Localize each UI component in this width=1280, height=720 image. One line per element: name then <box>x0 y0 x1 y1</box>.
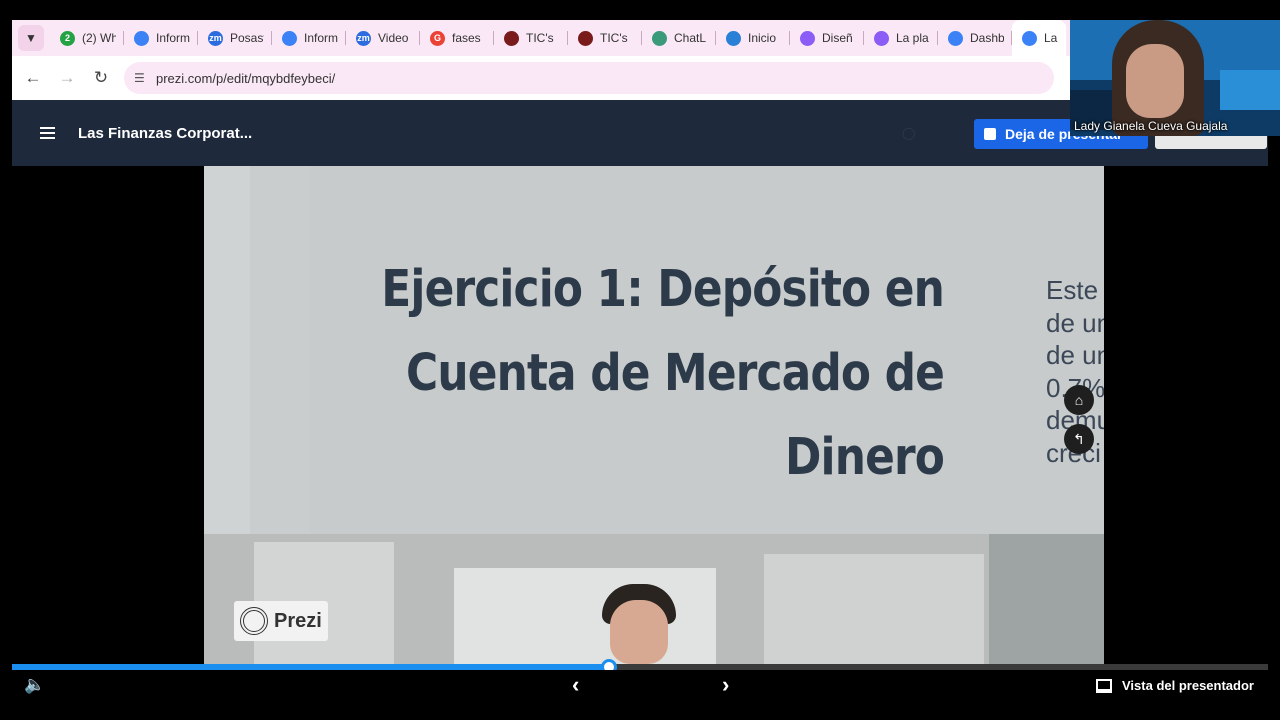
tab-favicon-icon <box>578 30 593 46</box>
tab-favicon-icon <box>652 30 667 46</box>
browser-tab[interactable]: ChatL <box>642 20 716 56</box>
home-icon[interactable]: ⌂ <box>1064 385 1094 415</box>
browser-tab[interactable]: Dashb <box>938 20 1012 56</box>
webcam-overlay: Lady Gianela Cueva Guajala <box>1070 20 1280 136</box>
tab-favicon-icon <box>874 30 889 46</box>
tab-favicon-icon <box>800 30 815 46</box>
presenter-photo <box>596 584 682 664</box>
browser-tab[interactable]: Inform <box>272 20 346 56</box>
side-text-line: de un <box>1046 340 1104 370</box>
tab-label: (2) Wh <box>82 31 116 45</box>
presentation-title: Las Finanzas Corporat... <box>78 124 253 142</box>
slide: Ejercicio 1: Depósito en Cuenta de Merca… <box>204 166 1104 664</box>
webcam-participant-name: Lady Gianela Cueva Guajala <box>1074 119 1228 133</box>
browser-tab[interactable]: La pla <box>864 20 938 56</box>
site-settings-icon[interactable]: ☰ <box>134 71 156 85</box>
browser-tab[interactable]: 2 (2) Wh <box>50 20 124 56</box>
volume-icon[interactable]: 🔈 <box>24 675 45 695</box>
tab-favicon-icon <box>504 30 519 46</box>
tab-label: Diseñ <box>822 31 853 45</box>
tab-label: Posast <box>230 31 264 45</box>
browser-tab[interactable]: TIC's <box>568 20 642 56</box>
side-text-line: Este <box>1046 275 1099 305</box>
browser-tab[interactable]: zm Video <box>346 20 420 56</box>
tab-label: Dashb <box>970 31 1004 45</box>
tab-list: 2 (2) Wh Inform zm Posast Inform zm Video Gfases… <box>50 20 1066 56</box>
presenter-view-icon <box>1096 678 1112 693</box>
chevron-down-icon[interactable]: ▼ <box>18 25 44 51</box>
url-text: prezi.com/p/edit/mqybdfeybeci/ <box>156 70 336 86</box>
browser-tab[interactable]: TIC's <box>494 20 568 56</box>
previous-slide-icon[interactable]: ‹ <box>572 672 579 698</box>
tab-label: TIC's <box>600 31 628 45</box>
prezi-logo: Prezi <box>234 601 328 641</box>
tab-favicon-icon <box>726 30 741 46</box>
tab-favicon-icon <box>282 30 297 46</box>
tab-label: Inicio <box>748 31 777 45</box>
tab-label: Inform <box>304 31 338 45</box>
presenter-view-button[interactable]: Vista del presentador <box>1096 678 1254 693</box>
slide-heading-line-2: Cuenta de Mercado de Dinero <box>406 344 945 487</box>
tab-label: ChatL <box>674 31 707 45</box>
tab-favicon-icon <box>1022 30 1037 46</box>
browser-tab[interactable]: Diseñ <box>790 20 864 56</box>
browser-tab[interactable]: Inicio <box>716 20 790 56</box>
prezi-logo-text: Prezi <box>274 609 322 632</box>
next-slide-icon[interactable]: › <box>722 672 729 698</box>
zoom-out-arrow-icon[interactable]: ↰ <box>1064 424 1094 454</box>
tab-favicon-icon: G <box>430 30 445 46</box>
browser-tab[interactable]: Gfases <box>420 20 494 56</box>
tab-favicon-icon: zm <box>208 30 223 46</box>
tab-label: Video <box>378 31 409 45</box>
faded-toolbar-icon: ◯ <box>902 126 916 140</box>
reload-icon[interactable]: ↻ <box>84 61 118 95</box>
slide-heading: Ejercicio 1: Depósito en Cuenta de Merca… <box>342 248 945 500</box>
tab-label: fases <box>452 31 481 45</box>
prezi-logo-icon <box>240 607 268 635</box>
stop-square-icon <box>984 128 996 140</box>
tab-label: TIC's <box>526 31 554 45</box>
presenter-view-label: Vista del presentador <box>1122 678 1254 693</box>
back-arrow-icon[interactable]: ← <box>16 61 50 95</box>
presentation-controls: 🔈 ‹ › Vista del presentador <box>12 670 1268 702</box>
tab-favicon-icon: 2 <box>60 30 75 46</box>
tab-label: Inform <box>156 31 190 45</box>
tab-label: La <box>1044 31 1058 45</box>
tab-favicon-icon: zm <box>356 30 371 46</box>
browser-tab[interactable]: La <box>1012 20 1066 56</box>
browser-tab[interactable]: Inform <box>124 20 198 56</box>
tab-label: La pla <box>896 31 929 45</box>
screen: ▼ 2 (2) Wh Inform zm Posast Inform zm Video Gfas… <box>0 0 1280 720</box>
tab-favicon-icon <box>948 30 963 46</box>
browser-toolbar: ← → ↻ ☰ prezi.com/p/edit/mqybdfeybeci/ <box>12 56 1070 100</box>
slide-heading-line-1: Ejercicio 1: Depósito en <box>381 260 945 319</box>
address-bar[interactable]: ☰ prezi.com/p/edit/mqybdfeybeci/ <box>124 62 1054 94</box>
browser-tab[interactable]: zm Posast <box>198 20 272 56</box>
side-text-line: de un <box>1046 307 1104 338</box>
browser-tab-strip: ▼ 2 (2) Wh Inform zm Posast Inform zm Video Gfas… <box>12 20 1070 56</box>
forward-arrow-icon[interactable]: → <box>50 61 84 95</box>
tab-favicon-icon <box>134 30 149 46</box>
hamburger-menu-icon[interactable] <box>40 127 76 139</box>
